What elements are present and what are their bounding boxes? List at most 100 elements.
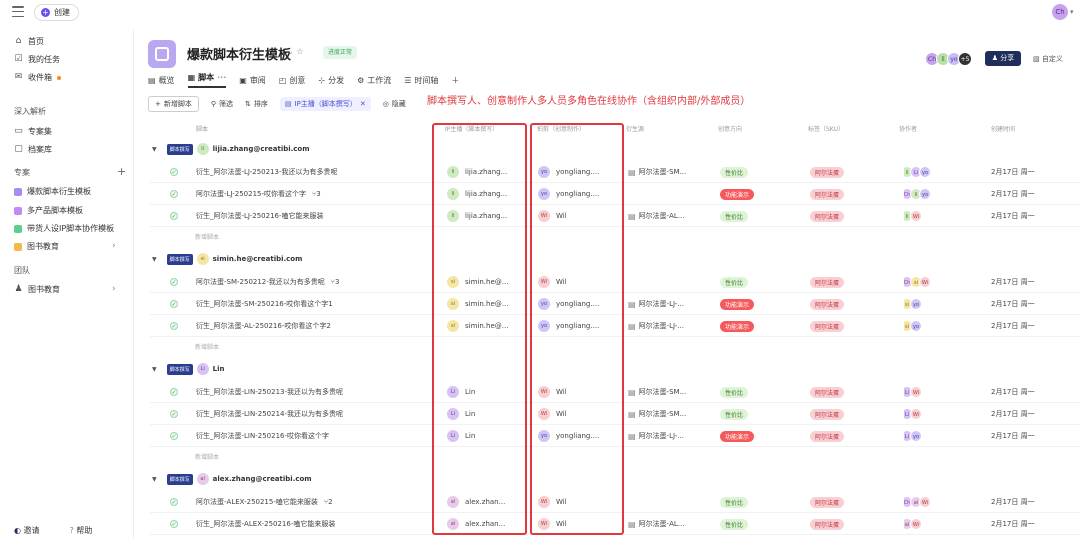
tab-script[interactable]: ▦ 脚本 ···	[187, 72, 227, 88]
check-circle-icon[interactable]: ✓	[170, 410, 178, 418]
source-cell[interactable]: ▤ 阿尔法蛋-SM...	[628, 381, 686, 403]
source-cell[interactable]: ▤ 阿尔法蛋-AL...	[628, 513, 684, 535]
table-row[interactable]: ✓ 衍生_阿尔法蛋-SM-250216-哎你看这个字1 si simin.he@...…	[150, 293, 1080, 315]
check-circle-icon[interactable]: ✓	[170, 278, 178, 286]
ip-cell[interactable]: li lijia.zhang...	[447, 183, 507, 205]
sidebar-item-archive[interactable]: ▢ 档案库	[14, 144, 52, 155]
check-cell[interactable]: ✓	[170, 205, 178, 227]
ip-cell[interactable]: si simin.he@...	[447, 293, 508, 315]
invite-button[interactable]: ◐ 邀请	[14, 525, 40, 536]
collaborator-avatars[interactable]: Ch li yo	[904, 188, 931, 200]
direction-cell[interactable]: 功能演示	[720, 315, 755, 337]
direction-cell[interactable]: 性价比	[720, 491, 749, 513]
check-circle-icon[interactable]: ✓	[170, 212, 178, 220]
collab-cell[interactable]: si yo	[904, 293, 922, 315]
collaborator-avatars[interactable]: Li yo	[904, 430, 922, 442]
tag-cell[interactable]: 阿尔法蛋	[810, 183, 845, 205]
check-cell[interactable]: ✓	[170, 315, 178, 337]
col-header-collab[interactable]: 协作者	[899, 124, 917, 133]
add-script-button[interactable]: + 新增脚本	[148, 96, 199, 112]
collab-cell[interactable]: Ch li yo	[904, 183, 931, 205]
script-title-cell[interactable]: 衍生_阿尔法蛋-ALEX-250216-嗑它能来服装	[196, 513, 335, 535]
check-cell[interactable]: ✓	[170, 425, 178, 447]
new-script-row[interactable]: 新增脚本	[195, 452, 219, 461]
collab-cell[interactable]: Li yo	[904, 425, 922, 447]
table-row[interactable]: ✓ 阿尔法蛋-LJ-250215-哎你看这个字 ⑂ 3 li lijia.zhang..…	[150, 183, 1080, 205]
editor-cell[interactable]: yo yongliang....	[538, 293, 599, 315]
tab-review[interactable]: ▣ 审阅	[239, 72, 266, 88]
user-avatar[interactable]: Ch	[1052, 4, 1068, 20]
col-header-script[interactable]: 脚本	[196, 124, 208, 133]
source-cell[interactable]: ▤ 阿尔法蛋-SM...	[628, 403, 686, 425]
source-link[interactable]: ▤ 阿尔法蛋-LJ-...	[628, 299, 684, 309]
editor-cell[interactable]: Wi Wil	[538, 271, 567, 293]
collaborator-avatars[interactable]: si yo	[904, 298, 922, 310]
share-button[interactable]: ♟ 分享	[985, 51, 1021, 66]
tag-cell[interactable]: 阿尔法蛋	[810, 271, 845, 293]
ip-cell[interactable]: Li Lin	[447, 403, 475, 425]
chevron-right-icon[interactable]: ›	[112, 284, 116, 294]
collaborator-avatars[interactable]: al Wi	[904, 518, 922, 530]
ip-cell[interactable]: al alex.zhan...	[447, 513, 505, 535]
script-title-cell[interactable]: 阿尔法蛋-SM-250212-我还以为有多贵呢 ⑂ 3	[196, 271, 339, 293]
editor-cell[interactable]: Wi Wil	[538, 205, 567, 227]
ip-cell[interactable]: si simin.he@...	[447, 271, 508, 293]
direction-cell[interactable]: 功能演示	[720, 293, 755, 315]
triangle-down-icon[interactable]: ▼	[152, 146, 157, 153]
collaborator-avatars[interactable]: si yo	[904, 320, 922, 332]
col-header-editor[interactable]: 拍剪（创意制作）	[537, 124, 585, 133]
sidebar-item-collections[interactable]: ▭ 专案集	[14, 126, 52, 137]
ip-cell[interactable]: al alex.zhan...	[447, 491, 505, 513]
sidebar-item-tasks[interactable]: ☑ 我的任务	[14, 54, 60, 65]
collab-cell[interactable]: Ch si Wi	[904, 271, 931, 293]
member-avatars[interactable]: Ch li yo +5	[925, 52, 972, 66]
tag-cell[interactable]: 阿尔法蛋	[810, 315, 845, 337]
tag-cell[interactable]: 阿尔法蛋	[810, 425, 845, 447]
tag-cell[interactable]: 阿尔法蛋	[810, 381, 845, 403]
project-chevron-icon[interactable]: ⌄ ☆	[287, 47, 303, 56]
check-circle-icon[interactable]: ✓	[170, 520, 178, 528]
tab-overview[interactable]: ▤ 概览	[148, 72, 175, 88]
check-cell[interactable]: ✓	[170, 183, 178, 205]
sidebar-item-project-1[interactable]: 爆款脚本衍生模板	[14, 186, 91, 197]
collab-cell[interactable]: Ch al Wi	[904, 491, 931, 513]
collab-cell[interactable]: Li Wi	[904, 381, 922, 403]
script-title-cell[interactable]: 阿尔法蛋-ALEX-250215-嗑它能来服装 ⑂ 2	[196, 491, 333, 513]
editor-cell[interactable]: Wi Wil	[538, 491, 567, 513]
new-script-row[interactable]: 新增脚本	[195, 232, 219, 241]
close-icon[interactable]: ✕	[360, 100, 366, 108]
collaborator-avatars[interactable]: li Li yo	[904, 166, 931, 178]
check-circle-icon[interactable]: ✓	[170, 322, 178, 330]
source-link[interactable]: ▤ 阿尔法蛋-LJ-...	[628, 431, 684, 441]
group-header[interactable]: ▼ 脚本撰写 si simin.he@creatibi.com	[150, 249, 1080, 269]
project-title[interactable]: 爆款脚本衍生模板	[187, 44, 291, 63]
check-circle-icon[interactable]: ✓	[170, 168, 178, 176]
create-button[interactable]: + 创建	[34, 4, 79, 21]
check-cell[interactable]: ✓	[170, 381, 178, 403]
menu-icon[interactable]	[12, 6, 24, 17]
check-cell[interactable]: ✓	[170, 293, 178, 315]
col-header-tag[interactable]: 标签（SKU）	[808, 124, 844, 133]
table-row[interactable]: ✓ 衍生_阿尔法蛋-AL-250216-哎你看这个字2 si simin.he@...…	[150, 315, 1080, 337]
tab-distribute[interactable]: ⊹ 分发	[318, 72, 344, 88]
sidebar-item-home[interactable]: ⌂ 首页	[14, 36, 44, 47]
tab-creative[interactable]: ◰ 创意	[279, 72, 306, 88]
direction-cell[interactable]: 性价比	[720, 381, 749, 403]
check-circle-icon[interactable]: ✓	[170, 432, 178, 440]
collab-cell[interactable]: Li Wi	[904, 403, 922, 425]
ip-cell[interactable]: Li Lin	[447, 425, 475, 447]
ip-cell[interactable]: si simin.he@...	[447, 315, 508, 337]
triangle-down-icon[interactable]: ▼	[152, 366, 157, 373]
source-cell[interactable]: ▤ 阿尔法蛋-LJ-...	[628, 293, 684, 315]
script-title-cell[interactable]: 衍生_阿尔法蛋-SM-250216-哎你看这个字1	[196, 293, 333, 315]
script-title-cell[interactable]: 衍生_阿尔法蛋-LIN-250214-我还以为有多贵呢	[196, 403, 343, 425]
script-title-cell[interactable]: 衍生_阿尔法蛋-LIN-250213-我还以为有多贵呢	[196, 381, 343, 403]
table-row[interactable]: ✓ 阿尔法蛋-ALEX-250215-嗑它能来服装 ⑂ 2 al alex.zhan..…	[150, 491, 1080, 513]
check-circle-icon[interactable]: ✓	[170, 300, 178, 308]
direction-cell[interactable]: 性价比	[720, 403, 749, 425]
source-link[interactable]: ▤ 阿尔法蛋-AL...	[628, 519, 684, 529]
sidebar-item-team[interactable]: ♟ 图书教育	[14, 284, 60, 295]
group-chip[interactable]: ▤ IP主播（脚本撰写） ✕	[279, 97, 371, 111]
collaborator-avatars[interactable]: Li Wi	[904, 408, 922, 420]
group-header[interactable]: ▼ 脚本撰写 Li Lin	[150, 359, 1080, 379]
